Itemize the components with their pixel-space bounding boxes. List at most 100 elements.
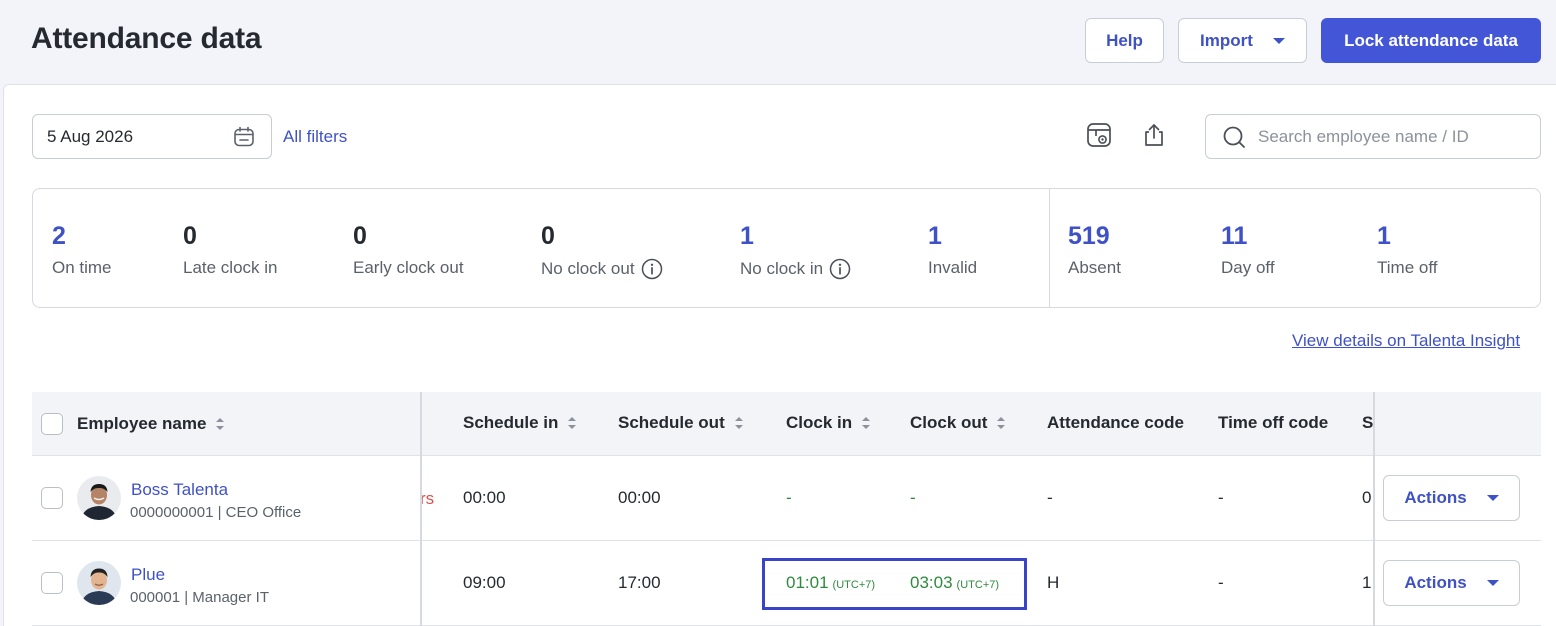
calendar-icon — [234, 126, 254, 147]
employee-name-link[interactable]: Boss Talenta — [131, 480, 228, 500]
summary-card: 2 On time 0 Late clock in 0 Early clock … — [32, 188, 1541, 308]
column-label: S — [1362, 413, 1374, 432]
stat-label: Day off — [1221, 258, 1275, 277]
column-clock-out[interactable]: Clock out — [910, 413, 1006, 433]
import-button[interactable]: Import — [1178, 18, 1307, 63]
table-header: Employee name Schedule in Schedule out C… — [32, 392, 1541, 456]
table-settings-icon[interactable] — [1086, 122, 1112, 148]
stat-value: 2 — [52, 222, 66, 250]
stat-day-off[interactable]: 11 Day off — [1221, 223, 1275, 278]
import-button-label: Import — [1200, 30, 1253, 50]
sort-icon — [997, 417, 1006, 429]
sort-icon — [568, 417, 577, 429]
sort-icon — [734, 417, 743, 429]
stat-value: 1 — [740, 222, 754, 250]
employee-name-link[interactable]: Plue — [131, 565, 165, 585]
actions-button[interactable]: Actions — [1383, 475, 1520, 521]
stat-label: Late clock in — [183, 258, 278, 277]
frozen-column-divider-left — [420, 392, 422, 626]
clock-in-value: - — [786, 488, 792, 507]
caret-down-icon — [1486, 580, 1499, 586]
stat-value: 1 — [928, 222, 942, 250]
stat-label: Invalid — [928, 258, 978, 277]
attendance-code-cell: H — [1047, 573, 1060, 592]
caret-down-icon — [1272, 37, 1285, 44]
column-label: Employee name — [77, 414, 207, 433]
stat-no-clock-in[interactable]: 1 No clock in — [740, 223, 851, 280]
stat-time-off[interactable]: 1 Time off — [1377, 223, 1437, 278]
truncated-status: rs — [420, 489, 435, 508]
stat-value: 1 — [1377, 222, 1391, 250]
info-icon[interactable] — [829, 258, 851, 280]
stat-label: On time — [52, 258, 112, 277]
date-picker[interactable]: 5 Aug 2026 — [32, 114, 272, 159]
help-button[interactable]: Help — [1085, 18, 1164, 63]
stat-value: 11 — [1221, 222, 1248, 250]
stat-no-clock-out: 0 No clock out — [541, 223, 663, 280]
stat-label: Absent — [1068, 258, 1121, 277]
clock-times-highlight — [762, 558, 1027, 610]
clock-in-cell: - — [786, 488, 792, 508]
column-label: Attendance code — [1047, 413, 1184, 432]
schedule-out-cell: 00:00 — [618, 488, 661, 507]
stat-value: 519 — [1068, 222, 1110, 250]
column-label: Schedule out — [618, 413, 725, 432]
export-icon[interactable] — [1141, 122, 1167, 148]
all-filters-link[interactable]: All filters — [283, 127, 347, 147]
column-label: Schedule in — [463, 413, 559, 432]
stat-label: Time off — [1377, 258, 1438, 277]
date-value: 5 Aug 2026 — [47, 126, 134, 146]
clock-out-value: - — [910, 488, 916, 507]
page-title: Attendance data — [31, 22, 262, 55]
help-button-label: Help — [1106, 30, 1143, 50]
talenta-insight-link[interactable]: View details on Talenta Insight — [1292, 331, 1520, 351]
search-field[interactable] — [1205, 114, 1541, 159]
stat-label: Early clock out — [353, 258, 464, 277]
column-label: Clock in — [786, 413, 853, 432]
schedule-in-cell: 00:00 — [463, 488, 506, 507]
employee-meta: 0000000001 | CEO Office — [130, 504, 302, 521]
avatar — [77, 476, 121, 520]
select-all-checkbox[interactable] — [41, 413, 63, 435]
search-input[interactable] — [1258, 126, 1528, 147]
stat-on-time[interactable]: 2 On time — [52, 223, 112, 278]
column-time-off-code: Time off code — [1218, 413, 1328, 433]
stat-early-clock-out: 0 Early clock out — [353, 223, 464, 278]
actions-button[interactable]: Actions — [1383, 560, 1520, 606]
stat-value: 0 — [541, 222, 555, 250]
actions-label: Actions — [1404, 573, 1467, 592]
sort-icon — [216, 418, 225, 430]
row-checkbox[interactable] — [41, 487, 63, 509]
stat-late-clock-in: 0 Late clock in — [183, 223, 278, 278]
column-schedule-in[interactable]: Schedule in — [463, 413, 577, 433]
actions-label: Actions — [1404, 488, 1467, 507]
clock-out-cell: - — [910, 488, 916, 508]
lock-attendance-label: Lock attendance data — [1344, 30, 1518, 50]
sort-icon — [862, 417, 871, 429]
stat-invalid[interactable]: 1 Invalid — [928, 223, 977, 278]
column-label: Time off code — [1218, 413, 1329, 432]
column-employee-name[interactable]: Employee name — [77, 414, 225, 434]
stat-value: 0 — [183, 222, 197, 250]
column-attendance-code: Attendance code — [1047, 413, 1184, 433]
schedule-out-cell: 17:00 — [618, 573, 661, 592]
table-row: Boss Talenta 0000000001 | CEO Office rs … — [32, 456, 1541, 541]
caret-down-icon — [1486, 495, 1499, 501]
column-schedule-out[interactable]: Schedule out — [618, 413, 743, 433]
stat-label: No clock in — [740, 259, 824, 278]
frozen-column-divider-right — [1373, 392, 1375, 626]
column-partial: S — [1362, 413, 1373, 433]
summary-divider — [1049, 189, 1050, 307]
search-icon — [1223, 126, 1245, 148]
attendance-code-cell: - — [1047, 488, 1053, 507]
info-icon[interactable] — [641, 258, 663, 280]
stat-value: 0 — [353, 222, 367, 250]
lock-attendance-button[interactable]: Lock attendance data — [1321, 18, 1541, 63]
partial-cell: 0 — [1362, 488, 1372, 507]
stat-absent[interactable]: 519 Absent — [1068, 223, 1121, 278]
schedule-in-cell: 09:00 — [463, 573, 506, 592]
row-checkbox[interactable] — [41, 572, 63, 594]
avatar — [77, 561, 121, 605]
column-clock-in[interactable]: Clock in — [786, 413, 871, 433]
employee-meta: 000001 | Manager IT — [130, 589, 269, 606]
